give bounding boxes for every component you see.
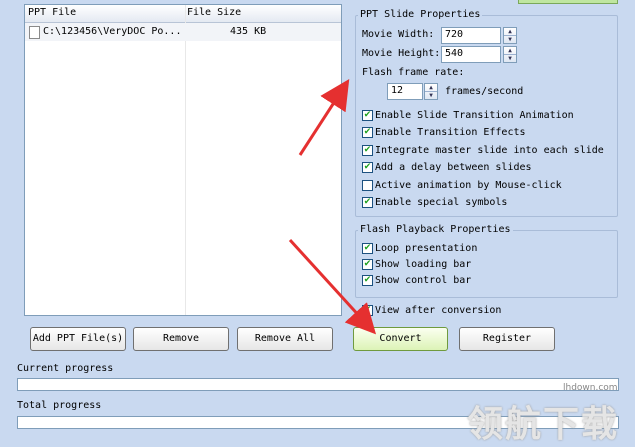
- movie-width-value: 720: [445, 29, 464, 40]
- spin-up-icon[interactable]: ▲: [425, 84, 437, 92]
- check-mark-icon: ✔: [363, 127, 372, 137]
- check-mark-icon: ✔: [363, 275, 372, 285]
- spin-down-icon[interactable]: ▼: [425, 92, 437, 99]
- playback-label[interactable]: Loop presentation: [375, 243, 477, 254]
- flash-playback-properties-title: Flash Playback Properties: [358, 224, 513, 235]
- register-button[interactable]: Register: [459, 327, 555, 351]
- movie-width-label: Movie Width:: [362, 29, 435, 40]
- playback-label[interactable]: Show loading bar: [375, 259, 471, 270]
- file-row[interactable]: C:\123456\VeryDOC Po... 435 KB: [25, 23, 341, 41]
- view-after-label[interactable]: View after conversion: [375, 305, 501, 316]
- movie-height-spinner[interactable]: ▲ ▼: [503, 46, 517, 63]
- convert-button[interactable]: Convert: [353, 327, 448, 351]
- option-label[interactable]: Enable Slide Transition Animation: [375, 110, 574, 121]
- frame-rate-unit: frames/second: [445, 86, 524, 97]
- column-header-file[interactable]: PPT File: [28, 7, 76, 18]
- ppt-file-list[interactable]: PPT File File Size C:\123456\VeryDOC Po.…: [24, 4, 342, 316]
- check-mark-icon: ✔: [363, 110, 372, 120]
- option-checkbox[interactable]: ✔: [362, 127, 373, 138]
- option-checkbox[interactable]: ✔: [362, 162, 373, 173]
- spin-down-icon[interactable]: ▼: [504, 55, 516, 62]
- check-mark-icon: ✔: [363, 243, 372, 253]
- check-mark-icon: ✔: [363, 162, 372, 172]
- file-row-size: 435 KB: [230, 26, 267, 37]
- option-checkbox[interactable]: ✔: [362, 110, 373, 121]
- playback-label[interactable]: Show control bar: [375, 275, 471, 286]
- option-checkbox[interactable]: [362, 180, 373, 191]
- file-icon: [29, 26, 40, 39]
- watermark-site: lhdown.com: [563, 383, 618, 393]
- check-mark-icon: ✔: [363, 145, 372, 155]
- frame-rate-value: 12: [391, 85, 404, 96]
- column-separator: [185, 5, 186, 315]
- option-label[interactable]: Enable special symbols: [375, 197, 507, 208]
- spin-up-icon[interactable]: ▲: [504, 47, 516, 55]
- option-label[interactable]: Add a delay between slides: [375, 162, 532, 173]
- frame-rate-label: Flash frame rate:: [362, 67, 465, 78]
- option-label[interactable]: Enable Transition Effects: [375, 127, 526, 138]
- file-row-path: C:\123456\VeryDOC Po...: [43, 26, 182, 37]
- frame-rate-input[interactable]: 12: [387, 83, 423, 100]
- movie-height-input[interactable]: 540: [441, 46, 501, 63]
- playback-checkbox[interactable]: ✔: [362, 243, 373, 254]
- movie-height-value: 540: [445, 48, 464, 59]
- column-header-size[interactable]: File Size: [187, 7, 241, 18]
- file-list-header: PPT File File Size: [25, 5, 341, 23]
- option-label[interactable]: Integrate master slide into each slide: [375, 145, 604, 156]
- view-after-checkbox[interactable]: ✔: [362, 305, 373, 316]
- check-mark-icon: ✔: [363, 305, 372, 315]
- top-green-strip: [518, 0, 618, 4]
- current-progress-bar: [17, 378, 619, 391]
- movie-height-label: Movie Height:: [362, 48, 441, 59]
- frame-rate-spinner[interactable]: ▲ ▼: [424, 83, 438, 100]
- watermark-logo: 领航下载: [467, 403, 620, 445]
- total-progress-label: Total progress: [17, 400, 102, 411]
- playback-checkbox[interactable]: ✔: [362, 275, 373, 286]
- ppt-slide-properties-title: PPT Slide Properties: [358, 9, 483, 20]
- current-progress-label: Current progress: [17, 363, 114, 374]
- playback-checkbox[interactable]: ✔: [362, 259, 373, 270]
- spin-down-icon[interactable]: ▼: [504, 36, 516, 43]
- add-ppt-files-button[interactable]: Add PPT File(s): [30, 327, 126, 351]
- remove-all-button[interactable]: Remove All: [237, 327, 333, 351]
- option-checkbox[interactable]: ✔: [362, 197, 373, 208]
- check-mark-icon: ✔: [363, 197, 372, 207]
- movie-width-input[interactable]: 720: [441, 27, 501, 44]
- movie-width-spinner[interactable]: ▲ ▼: [503, 27, 517, 44]
- spin-up-icon[interactable]: ▲: [504, 28, 516, 36]
- option-checkbox[interactable]: ✔: [362, 145, 373, 156]
- check-mark-icon: ✔: [363, 259, 372, 269]
- option-label[interactable]: Active animation by Mouse-click: [375, 180, 562, 191]
- remove-button[interactable]: Remove: [133, 327, 229, 351]
